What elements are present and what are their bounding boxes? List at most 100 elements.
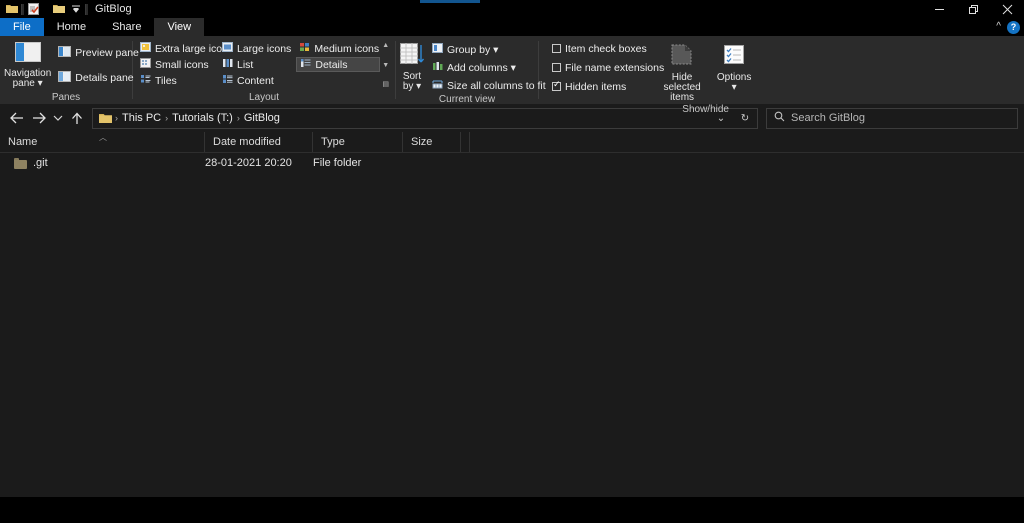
up-button[interactable] (66, 107, 88, 129)
details-icon (300, 58, 311, 71)
extra-large-icons-icon (140, 42, 151, 55)
breadcrumb-folder-icon (97, 113, 114, 124)
address-bar: › This PC › Tutorials (T:) › GitBlog ⌄ ↻… (0, 104, 1024, 132)
help-icon[interactable]: ? (1007, 20, 1020, 34)
medium-icons-icon (299, 42, 310, 55)
layout-large-icons-label: Large icons (237, 42, 292, 55)
ribbon-group-show-hide-label: Show/hide (682, 104, 729, 115)
ribbon-group-current-view-label: Current view (438, 94, 496, 105)
sort-by-button[interactable]: Sort by ▾ (400, 40, 425, 92)
ribbon-group-layout-label: Layout (248, 92, 280, 103)
collapse-ribbon-icon[interactable]: ^ (996, 22, 1001, 32)
layout-content[interactable]: Content (219, 73, 296, 88)
layout-list-label: List (237, 58, 254, 71)
minimize-button[interactable] (922, 0, 956, 18)
back-button[interactable] (6, 107, 28, 129)
large-icons-icon (222, 42, 233, 55)
layout-tiles-label: Tiles (155, 74, 177, 87)
close-button[interactable] (990, 0, 1024, 18)
details-pane-icon (58, 70, 72, 85)
hidden-items-option[interactable]: Hidden items (549, 79, 653, 94)
search-input[interactable]: Search GitBlog (791, 112, 865, 124)
hidden-items-checkbox[interactable] (552, 80, 561, 91)
size-all-columns-icon (432, 79, 443, 92)
search-box[interactable]: Search GitBlog (766, 107, 1018, 129)
forward-button[interactable] (28, 107, 50, 129)
options-icon (722, 44, 746, 71)
navigation-pane-icon (14, 42, 41, 67)
item-check-boxes-checkbox[interactable] (552, 44, 561, 53)
layout-scroll-up-icon[interactable]: ▲ (382, 42, 389, 49)
layout-tiles[interactable]: Tiles (137, 73, 219, 88)
folder-icon[interactable] (3, 1, 20, 17)
column-header-date-modified-label: Date modified (213, 136, 281, 148)
hide-selected-items-label-line2: items (670, 92, 695, 103)
preview-pane-button[interactable]: Preview pane (55, 45, 142, 60)
qat-separator-1 (21, 3, 24, 15)
restore-button[interactable] (956, 0, 990, 18)
quick-access-toolbar (0, 0, 89, 18)
breadcrumb-item-this-pc[interactable]: This PC (119, 112, 164, 124)
navigation-pane-label-line2: pane ▾ (12, 78, 43, 89)
recent-locations-button[interactable] (50, 107, 66, 129)
item-check-boxes-option[interactable]: Item check boxes (549, 41, 653, 56)
group-by-button[interactable]: Group by ▾ (429, 42, 549, 57)
size-all-columns-label: Size all columns to fit (447, 79, 546, 92)
layout-column-1: Extra large icons Small icons Tiles (137, 41, 233, 88)
column-header-size[interactable]: Size (403, 132, 461, 152)
search-icon (774, 109, 785, 127)
add-columns-button[interactable]: Add columns ▾ (429, 60, 549, 75)
file-name-extensions-checkbox[interactable] (552, 63, 561, 72)
layout-small-icons[interactable]: Small icons (137, 57, 219, 72)
column-header-type[interactable]: Type (313, 132, 403, 152)
breadcrumb-item-tutorials[interactable]: Tutorials (T:) (169, 112, 236, 124)
layout-extra-large-icons[interactable]: Extra large icons (137, 41, 233, 56)
layout-medium-icons-label: Medium icons (314, 42, 380, 55)
add-columns-icon (432, 61, 443, 74)
window-controls (922, 0, 1024, 18)
layout-details[interactable]: Details (296, 57, 381, 72)
tiles-icon (140, 74, 151, 87)
layout-gallery-expand-icon[interactable]: ▤ (382, 81, 389, 88)
qat-separator-3 (85, 3, 88, 15)
customize-qat-icon[interactable] (67, 1, 84, 17)
hide-selected-items-label-line1: Hide selected (663, 72, 701, 93)
hidden-items-label: Hidden items (565, 80, 627, 93)
navigation-pane-button[interactable]: Navigation pane ▾ (4, 39, 51, 89)
hide-selected-items-icon (670, 44, 694, 71)
file-name-cell: .git (0, 157, 205, 169)
column-header-date-modified[interactable]: Date modified (205, 132, 313, 152)
tab-file[interactable]: File (0, 18, 44, 36)
tab-view[interactable]: View (154, 18, 205, 36)
list-icon (222, 58, 233, 71)
options-button[interactable]: Options ▾ (713, 41, 755, 93)
tab-share[interactable]: Share (99, 18, 154, 36)
properties-icon[interactable] (25, 1, 42, 17)
column-header-type-label: Type (321, 136, 345, 148)
layout-details-label: Details (315, 58, 348, 71)
file-list[interactable]: .git 28-01-2021 20:20 File folder (0, 153, 1024, 497)
hide-selected-items-button[interactable]: Hide selected items (657, 41, 707, 103)
breadcrumb-item-gitblog[interactable]: GitBlog (241, 112, 283, 124)
group-by-icon (432, 43, 443, 56)
ribbon-group-current-view: Sort by ▾ Group by ▾ Add columns ▾ Size … (396, 36, 546, 105)
table-row[interactable]: .git 28-01-2021 20:20 File folder (0, 153, 1024, 173)
details-pane-button[interactable]: Details pane (55, 70, 142, 85)
tab-home[interactable]: Home (44, 18, 99, 36)
file-name-extensions-option[interactable]: File name extensions (549, 60, 664, 75)
ribbon-group-layout: Extra large icons Small icons Tiles Larg (133, 36, 395, 104)
size-all-columns-button[interactable]: Size all columns to fit (429, 78, 549, 93)
new-folder-icon[interactable] (50, 1, 67, 17)
layout-list[interactable]: List (219, 57, 296, 72)
window-title: GitBlog (95, 3, 132, 15)
options-dropdown-icon[interactable]: ▾ (732, 83, 737, 93)
column-header-name[interactable]: Name ︿ (0, 132, 205, 152)
layout-scroll-down-icon[interactable]: ▼ (382, 62, 389, 69)
ribbon-tab-strip: File Home Share View ^ ? (0, 18, 1024, 36)
layout-large-icons[interactable]: Large icons (219, 41, 296, 56)
add-columns-label: Add columns ▾ (447, 61, 516, 74)
ribbon-group-panes-label: Panes (51, 92, 81, 103)
layout-medium-icons[interactable]: Medium icons (296, 41, 380, 56)
layout-gallery-scroll[interactable]: ▲ ▼ ▤ (380, 41, 391, 89)
group-by-label: Group by ▾ (447, 43, 499, 56)
